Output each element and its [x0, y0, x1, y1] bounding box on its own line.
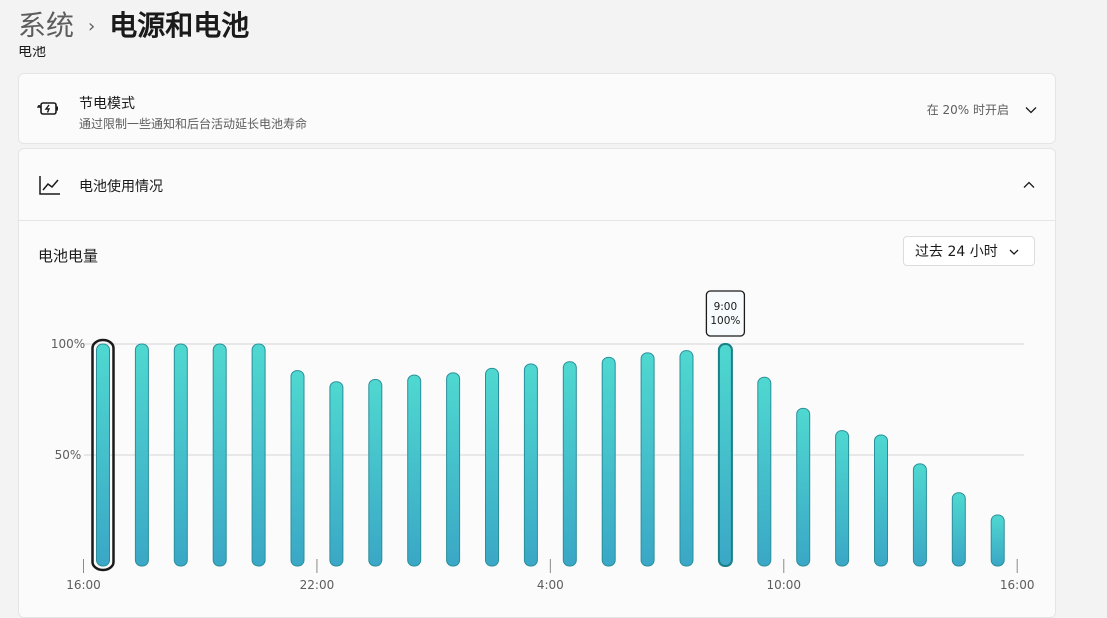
page-title: 电源和电池	[109, 9, 250, 42]
battery-bar[interactable]	[407, 374, 422, 567]
battery-usage-card: 电池使用情况 电池电量 过去 24 小时 100% 50% 16:00 22:00 4…	[18, 148, 1056, 618]
section-label-battery: 电池	[18, 46, 46, 60]
chevron-down-icon[interactable]	[1023, 102, 1039, 118]
battery-bar[interactable]	[912, 463, 927, 567]
chevron-up-icon[interactable]	[1021, 177, 1037, 193]
battery-bar[interactable]	[290, 370, 305, 567]
battery-bar[interactable]	[96, 343, 110, 567]
tooltip-time: 9:00	[714, 301, 738, 313]
y-tick-label: 100%	[51, 337, 85, 351]
battery-usage-header[interactable]: 电池使用情况	[19, 149, 1055, 221]
tooltip-value: 100%	[710, 315, 740, 327]
battery-bar[interactable]	[951, 492, 966, 567]
x-tick-label: 16:00	[66, 578, 101, 592]
x-tick-label: 16:00	[1000, 578, 1035, 592]
battery-bar[interactable]	[640, 352, 655, 567]
battery-saver-icon	[37, 97, 61, 121]
chevron-down-icon	[1006, 244, 1022, 260]
battery-bar[interactable]	[835, 430, 850, 567]
battery-bar[interactable]	[212, 343, 227, 567]
battery-bar[interactable]	[796, 407, 811, 567]
breadcrumb: 系统 › 电源和电池	[18, 2, 249, 46]
x-tick-label: 22:00	[300, 578, 335, 592]
time-range-value: 过去 24 小时	[915, 244, 998, 260]
breadcrumb-parent-system[interactable]: 系统	[18, 4, 74, 44]
battery-usage-title: 电池使用情况	[79, 179, 163, 195]
battery-saver-subtitle: 通过限制一些通知和后台活动延长电池寿命	[79, 117, 308, 131]
battery-bar[interactable]	[874, 434, 888, 567]
battery-bar[interactable]	[251, 343, 266, 567]
battery-saver-status: 在 20% 时开启	[926, 103, 1009, 117]
chart-line-icon	[38, 173, 62, 197]
x-tick-label: 4:00	[537, 578, 564, 592]
battery-bar[interactable]	[562, 361, 577, 567]
battery-bar[interactable]	[717, 343, 733, 567]
chart-title: 电池电量	[38, 247, 99, 265]
battery-bar[interactable]	[446, 372, 461, 567]
breadcrumb-separator: ›	[88, 15, 96, 37]
battery-saver-title: 节电模式	[79, 96, 135, 112]
battery-bar[interactable]	[485, 367, 499, 567]
time-range-dropdown[interactable]: 过去 24 小时	[903, 236, 1035, 266]
y-tick-label: 50%	[55, 448, 82, 462]
battery-level-chart: 100% 50% 16:00 22:00 4:00 10:00 16:00 9:00 100…	[51, 290, 1035, 592]
battery-bar[interactable]	[368, 379, 383, 567]
battery-bar[interactable]	[523, 363, 538, 567]
battery-bar[interactable]	[679, 350, 694, 567]
tooltip-box	[705, 290, 746, 337]
x-tick-label: 10:00	[766, 578, 801, 592]
battery-saver-text: 节电模式 通过限制一些通知和后台活动延长电池寿命	[79, 93, 307, 132]
battery-saver-card[interactable]: 节电模式 通过限制一些通知和后台活动延长电池寿命 在 20% 时开启	[18, 73, 1056, 144]
battery-bar[interactable]	[173, 343, 188, 567]
battery-bar[interactable]	[134, 343, 149, 567]
battery-bar[interactable]	[990, 514, 1005, 567]
battery-bar[interactable]	[601, 356, 616, 567]
battery-bar[interactable]	[329, 381, 344, 567]
battery-bar[interactable]	[757, 376, 772, 567]
